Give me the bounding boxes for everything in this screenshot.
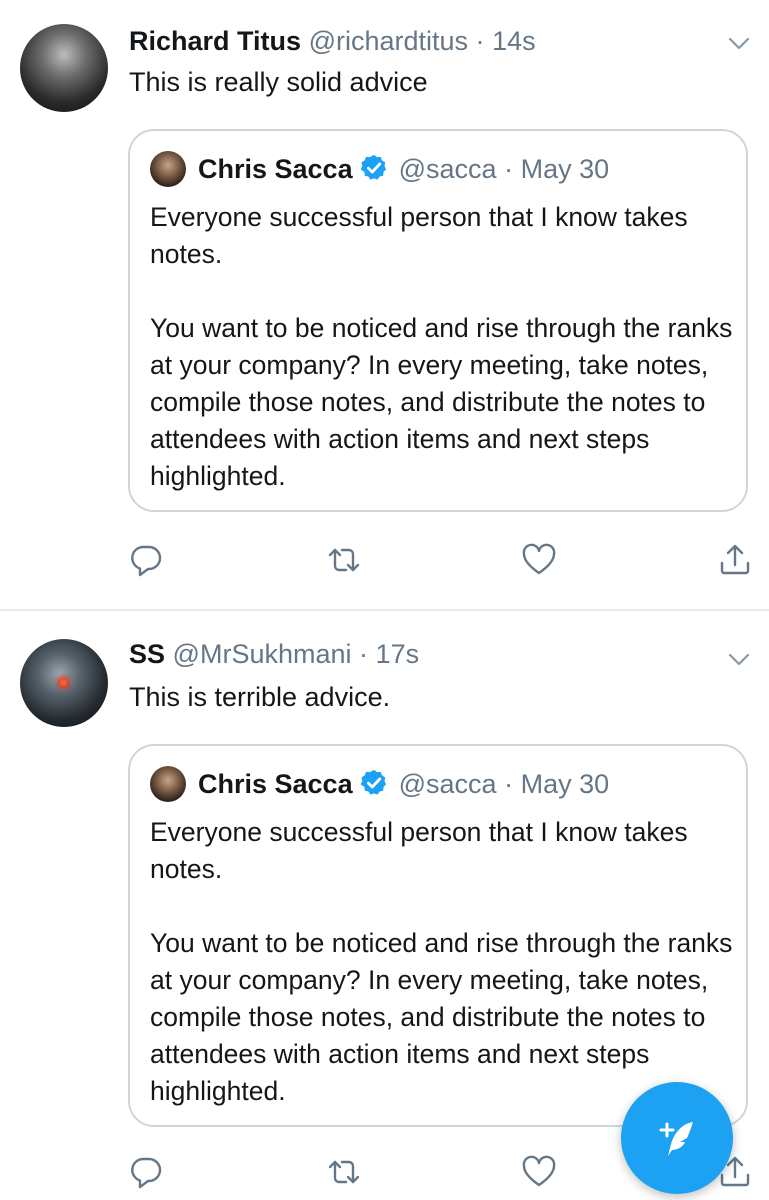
author-handle[interactable]: @MrSukhmani: [173, 639, 352, 669]
quoted-text: Everyone successful person that I know t…: [150, 199, 740, 495]
reply-icon[interactable]: [128, 542, 164, 578]
verified-badge-icon: [359, 153, 389, 183]
chevron-down-icon[interactable]: [727, 31, 751, 55]
quoted-tweet[interactable]: Chris Sacca @sacca · May 30 Everyone succ…: [128, 744, 748, 1127]
heart-icon[interactable]: [521, 542, 557, 578]
quoted-paragraph: Everyone successful person that I know t…: [150, 817, 688, 884]
tweet-header: Richard Titus @richardtitus · 14s: [129, 25, 536, 57]
tweet[interactable]: Richard Titus @richardtitus · 14s This i…: [0, 0, 769, 610]
quoted-author-handle: @sacca: [398, 154, 497, 184]
quoted-date: May 30: [520, 154, 610, 184]
action-bar: [0, 542, 769, 582]
quoted-header: Chris Sacca @sacca · May 30: [198, 152, 609, 186]
retweet-icon[interactable]: [326, 1154, 362, 1190]
quoted-avatar: [150, 766, 186, 802]
avatar[interactable]: [20, 639, 108, 727]
author-handle[interactable]: @richardtitus: [309, 26, 468, 56]
tweet-header: SS @MrSukhmani · 17s: [129, 638, 419, 670]
quoted-author-handle: @sacca: [398, 769, 497, 799]
reply-icon[interactable]: [128, 1154, 164, 1190]
tweet-text: This is really solid advice: [129, 67, 428, 97]
compose-tweet-button[interactable]: [621, 1082, 733, 1194]
chevron-down-icon[interactable]: [727, 647, 751, 671]
quoted-paragraph: You want to be noticed and rise through …: [150, 928, 733, 1106]
quoted-paragraph: Everyone successful person that I know t…: [150, 202, 688, 269]
author-name[interactable]: SS: [129, 639, 165, 669]
quoted-header: Chris Sacca @sacca · May 30: [198, 767, 609, 801]
heart-icon[interactable]: [521, 1154, 557, 1190]
avatar[interactable]: [20, 24, 108, 112]
quoted-avatar: [150, 151, 186, 187]
quoted-author-name: Chris Sacca: [198, 769, 353, 799]
separator-dot: ·: [504, 769, 514, 799]
quoted-date: May 30: [520, 769, 610, 799]
quoted-author-name: Chris Sacca: [198, 154, 353, 184]
separator-dot: ·: [504, 154, 514, 184]
timestamp[interactable]: 14s: [492, 26, 536, 56]
separator-dot: ·: [359, 639, 369, 669]
quoted-tweet[interactable]: Chris Sacca @sacca · May 30 Everyone succ…: [128, 129, 748, 512]
tweet-text: This is terrible advice.: [129, 682, 391, 712]
verified-badge-icon: [359, 768, 389, 798]
quoted-paragraph: You want to be noticed and rise through …: [150, 313, 733, 491]
quoted-text: Everyone successful person that I know t…: [150, 814, 740, 1110]
retweet-icon[interactable]: [326, 542, 362, 578]
author-name[interactable]: Richard Titus: [129, 26, 301, 56]
share-icon[interactable]: [717, 542, 753, 578]
tweet-divider: [0, 609, 769, 611]
timestamp[interactable]: 17s: [376, 639, 420, 669]
separator-dot: ·: [475, 26, 485, 56]
